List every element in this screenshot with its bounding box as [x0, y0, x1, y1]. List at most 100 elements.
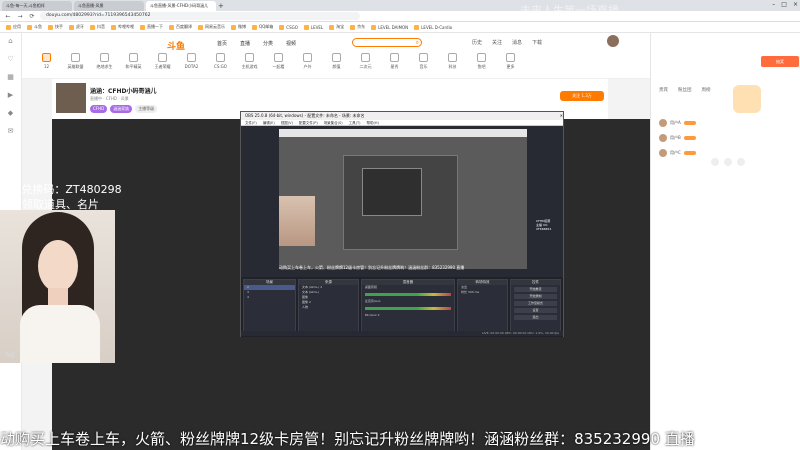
- game-icon[interactable]: ◆: [3, 109, 18, 123]
- video-icon[interactable]: ▶: [3, 91, 18, 105]
- follow-button[interactable]: 关注 1.3万: [560, 91, 604, 101]
- category-item[interactable]: 主机游戏: [235, 53, 264, 70]
- bookmark-item[interactable]: LEVEL DAIMON: [371, 24, 408, 30]
- room-tag[interactable]: 主播等级: [135, 105, 158, 113]
- category-item[interactable]: 12: [32, 53, 61, 70]
- activity-banner[interactable]: [733, 85, 761, 113]
- category-icon: [419, 53, 428, 62]
- category-item[interactable]: 一起看: [264, 53, 293, 70]
- search-icon[interactable]: ⌕: [416, 39, 419, 47]
- obs-webcam-source: [279, 196, 315, 246]
- tab-fans[interactable]: 粉丝团: [678, 87, 692, 93]
- tab-vip[interactable]: 贵宾: [659, 87, 668, 93]
- obs-menu-item[interactable]: 帮助(H): [367, 120, 379, 125]
- obs-menu-item[interactable]: 文件(F): [245, 120, 257, 125]
- history-link[interactable]: 历史: [472, 39, 482, 46]
- category-item[interactable]: 颜值: [322, 53, 351, 70]
- douyu-logo[interactable]: 斗鱼: [167, 39, 185, 52]
- source-item[interactable]: 人物: [299, 305, 358, 310]
- bookmark-item[interactable]: 直播一下: [140, 24, 163, 30]
- category-item[interactable]: 科技: [438, 53, 467, 70]
- bookmark-item[interactable]: 虎牙: [69, 24, 84, 30]
- category-item[interactable]: 更多: [496, 53, 525, 70]
- menu-item[interactable]: 分类: [263, 40, 273, 47]
- volume-meter[interactable]: [364, 293, 451, 296]
- category-item[interactable]: DOTA2: [177, 53, 206, 70]
- bookmark-item[interactable]: 京东: [350, 24, 365, 30]
- browser-tab-active[interactable]: 斗鱼直播-风景-CFHD小码哥涵儿: [146, 1, 216, 11]
- start-streaming-button[interactable]: 开始推流: [513, 287, 557, 292]
- bookmark-item[interactable]: QQ邮箱: [252, 24, 273, 30]
- gift-icon[interactable]: [711, 158, 719, 166]
- menu-item[interactable]: 视频: [286, 40, 296, 47]
- category-item[interactable]: 王者荣耀: [148, 53, 177, 70]
- more-icon[interactable]: [737, 158, 745, 166]
- transition-duration[interactable]: 时长 300 ms: [458, 290, 507, 295]
- bookmark-item[interactable]: 抖音: [90, 24, 105, 30]
- lottery-button[interactable]: 抽奖: [761, 56, 799, 67]
- category-item[interactable]: 英雄联盟: [61, 53, 90, 70]
- new-tab-button[interactable]: +: [218, 1, 226, 11]
- list-item[interactable]: 用户B: [659, 130, 759, 145]
- follow-link[interactable]: 关注: [492, 39, 502, 46]
- exit-button[interactable]: 退出: [513, 315, 557, 320]
- category-item[interactable]: 户外: [293, 53, 322, 70]
- bookmark-item[interactable]: 快手: [48, 24, 63, 30]
- category-item[interactable]: 和平精英: [119, 53, 148, 70]
- room-tag[interactable]: 涵涵家族: [110, 105, 133, 113]
- tab-weekly[interactable]: 周榜: [702, 87, 711, 93]
- volume-meter[interactable]: [364, 307, 451, 310]
- studio-mode-button[interactable]: 工作室模式: [513, 301, 557, 306]
- user-links: 历史 关注 消息 下载: [472, 39, 542, 46]
- bookmark-item[interactable]: 微博: [231, 24, 246, 30]
- category-item[interactable]: 二次元: [351, 53, 380, 70]
- obs-menu-item[interactable]: 视图(V): [281, 120, 293, 125]
- browser-tab[interactable]: 斗鱼-每一天,斗鱼相伴: [2, 1, 72, 11]
- menu-item[interactable]: 首页: [217, 40, 227, 47]
- bookmark-item[interactable]: LEVEL D-Cardio: [414, 24, 452, 30]
- obs-preview[interactable]: CFHD招募主播 VX: XF666654: [279, 129, 551, 269]
- reload-icon[interactable]: ⟳: [28, 13, 36, 20]
- anchor-avatar[interactable]: [56, 83, 86, 113]
- user-avatar[interactable]: [607, 35, 619, 47]
- share-icon[interactable]: [724, 158, 732, 166]
- bookmark-item[interactable]: 哔哩哔哩: [111, 24, 134, 30]
- bookmark-item[interactable]: 网易云音乐: [198, 24, 225, 30]
- category-item[interactable]: 绝地求生: [90, 53, 119, 70]
- url-input[interactable]: douyu.com/4802993?rid=7119396543450762: [40, 12, 360, 20]
- category-icon[interactable]: ▦: [3, 73, 18, 87]
- message-icon[interactable]: ✉: [3, 127, 18, 141]
- settings-button[interactable]: 设置: [513, 308, 557, 313]
- bookmark-item[interactable]: CSGO: [279, 24, 298, 30]
- minimize-icon[interactable]: –: [772, 0, 775, 10]
- back-icon[interactable]: ←: [4, 13, 12, 20]
- category-item[interactable]: CS:GO: [206, 53, 235, 70]
- bookmark-item[interactable]: 淘宝: [329, 24, 344, 30]
- follow-icon[interactable]: ♡: [3, 55, 18, 69]
- start-recording-button[interactable]: 开始录制: [513, 294, 557, 299]
- obs-menu-item[interactable]: 场景集合(S): [324, 120, 343, 125]
- message-link[interactable]: 消息: [512, 39, 522, 46]
- category-item[interactable]: 音乐: [409, 53, 438, 70]
- maximize-icon[interactable]: □: [781, 0, 787, 10]
- home-icon[interactable]: ⌂: [3, 37, 18, 51]
- bookmark-item[interactable]: 斗鱼: [27, 24, 42, 30]
- download-link[interactable]: 下载: [532, 39, 542, 46]
- search-input[interactable]: ⌕: [352, 38, 422, 47]
- close-icon[interactable]: ×: [793, 0, 798, 10]
- browser-tab[interactable]: 斗鱼直播-风景: [74, 1, 144, 11]
- obs-menu-item[interactable]: 编辑(E): [263, 120, 275, 125]
- bookmark-item[interactable]: LEVEL: [303, 24, 323, 30]
- bookmark-item[interactable]: 应用: [6, 24, 21, 30]
- obs-menu-item[interactable]: 工具(T): [349, 120, 361, 125]
- category-item[interactable]: 星秀: [380, 53, 409, 70]
- forward-icon[interactable]: →: [16, 13, 24, 20]
- category-item[interactable]: 鱼吧: [467, 53, 496, 70]
- bookmark-item[interactable]: 百度翻译: [169, 24, 192, 30]
- obs-menu-item[interactable]: 配置文件(P): [299, 120, 318, 125]
- list-item[interactable]: 用户A: [659, 115, 759, 130]
- close-icon[interactable]: ✕: [560, 112, 563, 120]
- room-tag[interactable]: CFHD: [90, 105, 108, 113]
- menu-item[interactable]: 直播: [240, 40, 250, 47]
- scene-item[interactable]: 4: [244, 295, 295, 300]
